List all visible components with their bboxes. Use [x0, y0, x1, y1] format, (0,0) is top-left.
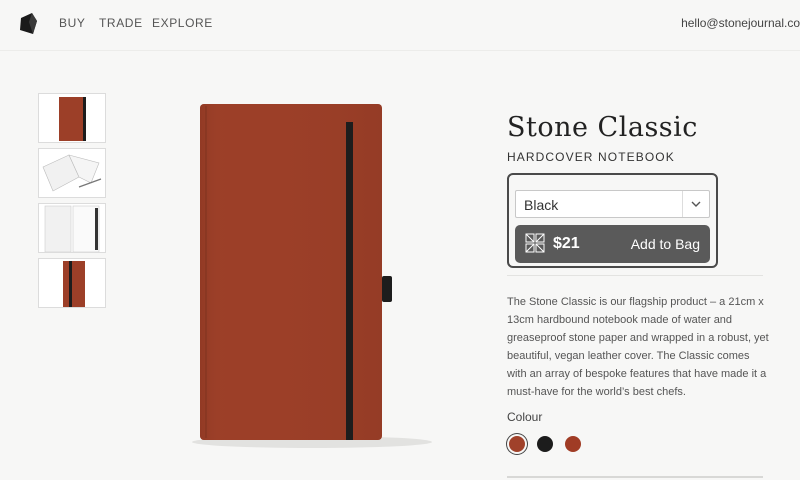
thumbnail-front[interactable]	[38, 93, 106, 143]
colour-label: Colour	[507, 410, 543, 424]
select-divider	[682, 191, 683, 217]
notebook-side-thumb-image	[39, 259, 105, 307]
swatch-rust[interactable]	[509, 436, 525, 452]
thumbnail-open[interactable]	[38, 148, 106, 198]
price-label: $21	[553, 235, 580, 252]
notebook-open-thumb-image	[39, 149, 105, 197]
contact-email-link[interactable]: hello@stonejournal.co	[681, 16, 800, 30]
thumbnail-pages[interactable]	[38, 203, 106, 253]
stone-pattern-icon	[525, 233, 545, 253]
bottom-divider	[507, 476, 763, 478]
nav-explore[interactable]: EXPLORE	[152, 16, 213, 30]
section-divider	[507, 275, 763, 276]
thumbnail-side[interactable]	[38, 258, 106, 308]
add-to-bag-label: Add to Bag	[630, 236, 700, 252]
notebook-pages-thumb-image	[39, 204, 105, 252]
stone-logo-icon[interactable]	[17, 12, 39, 36]
chevron-down-icon	[691, 201, 701, 207]
nav-trade[interactable]: TRADE	[99, 16, 143, 30]
product-description: The Stone Classic is our flagship produc…	[507, 296, 769, 398]
colour-select-value: Black	[524, 197, 559, 213]
nav-buy[interactable]: BUY	[59, 16, 85, 30]
top-nav: BUY TRADE EXPLORE hello@stonejournal.co	[0, 0, 800, 51]
product-main-image	[192, 104, 432, 448]
product-title: Stone Classic	[507, 112, 698, 143]
colour-select[interactable]: Black	[515, 190, 710, 218]
swatch-black[interactable]	[537, 436, 553, 452]
product-subtitle: HARDCOVER NOTEBOOK	[507, 150, 675, 164]
swatch-red-brown[interactable]	[565, 436, 581, 452]
add-to-bag-button[interactable]: $21 Add to Bag	[515, 225, 710, 263]
notebook-front-thumb-image	[39, 94, 105, 142]
